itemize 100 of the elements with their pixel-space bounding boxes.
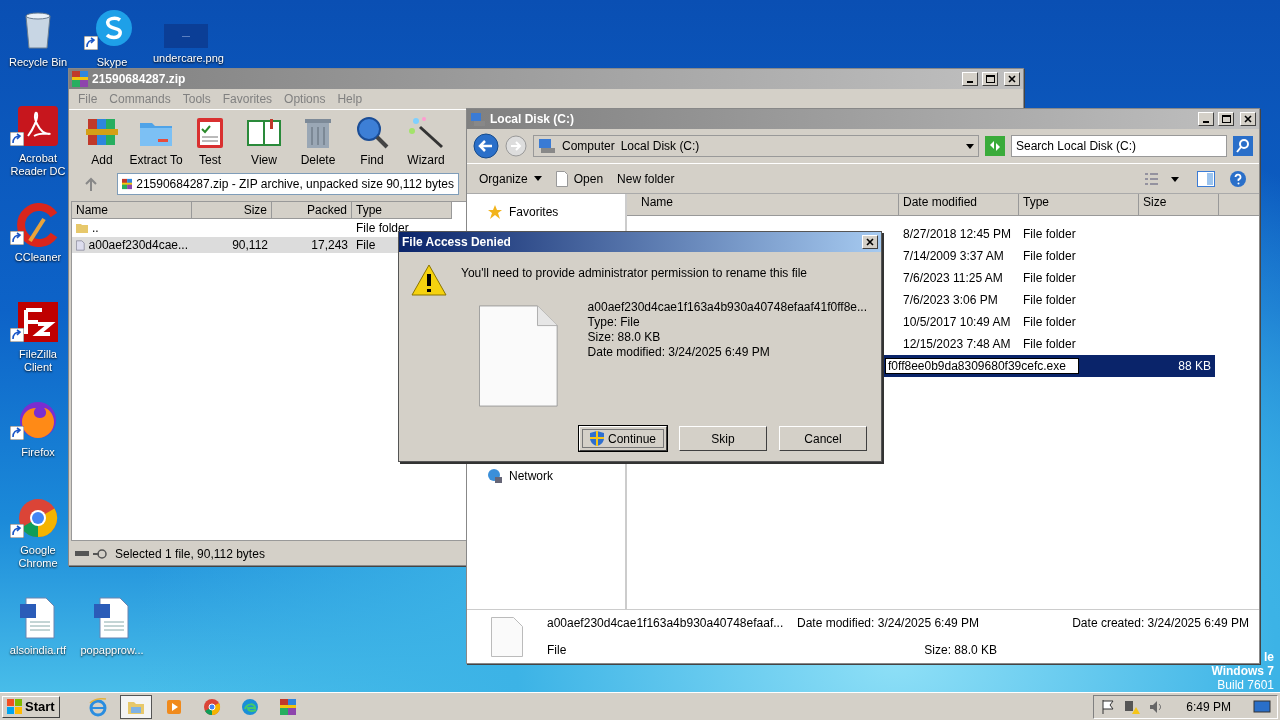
- date-modified-text: Date modified: 3/24/2025 6:49 PM: [797, 616, 981, 631]
- dialog-message: You'll need to provide administrator permission to rename this file: [461, 265, 808, 280]
- toolbar-button[interactable]: Delete: [291, 115, 345, 167]
- chrome-icon: [201, 696, 222, 717]
- toolbar-button[interactable]: Extract To: [129, 115, 183, 167]
- os-watermark-text: Windows 7: [1211, 664, 1274, 678]
- rename-field[interactable]: f0ff8ee0b9da8309680f39cefc.exe: [885, 358, 1079, 374]
- close-button[interactable]: [1240, 112, 1256, 126]
- close-button[interactable]: [862, 235, 878, 249]
- toolbar-button[interactable]: Find: [345, 115, 399, 167]
- table-cell-text: 7/14/2009 3:37 AM: [902, 249, 1005, 263]
- file-type: File: [547, 642, 568, 657]
- back-button-icon[interactable]: [473, 133, 499, 159]
- close-button[interactable]: [1004, 72, 1020, 86]
- window-title: 21590684287.zip: [92, 72, 187, 86]
- table-cell: 90,112: [192, 237, 272, 253]
- column-header[interactable]: Packed: [272, 202, 352, 219]
- date-created-text: Date created: 3/24/2025 6:49 PM: [1071, 616, 1250, 631]
- minimize-button[interactable]: [962, 72, 978, 86]
- column-header[interactable]: Type: [352, 202, 452, 219]
- command-button[interactable]: New folder: [617, 171, 675, 186]
- chrome-icon: [16, 496, 60, 540]
- desktop-icon-label[interactable]: Skype: [96, 56, 128, 69]
- toolbar-button[interactable]: Test: [183, 115, 237, 167]
- breadcrumb-item[interactable]: Computer: [562, 139, 615, 153]
- table-cell[interactable]: ..: [72, 220, 192, 236]
- minimize-button[interactable]: [1198, 112, 1214, 126]
- desktop-icon-label[interactable]: Acrobat Reader DC: [5, 152, 71, 178]
- date-modified-text: Date modified: 3/24/2025 6:49 PM: [587, 345, 771, 360]
- toolbar-button[interactable]: Wizard: [399, 115, 453, 167]
- dropdown-arrow-icon: [533, 176, 542, 181]
- file-icon: [491, 616, 523, 657]
- toolbar-button[interactable]: View: [237, 115, 291, 167]
- os-watermark-text: le: [1264, 650, 1274, 664]
- table-cell-text: File folder: [355, 220, 410, 236]
- file-name: a00aef230d4cae1f163a4b930a40748efaaf...: [547, 616, 785, 631]
- show-desktop-icon[interactable]: [1253, 698, 1271, 715]
- nav-item[interactable]: Network: [487, 468, 625, 484]
- os-watermark-text: Build 7601: [1217, 678, 1274, 692]
- file-size: Size: 88.0 KB: [923, 642, 998, 657]
- close-icon: [1244, 115, 1252, 123]
- dropdown-arrow-icon: [966, 143, 974, 149]
- folder-icon: [76, 222, 88, 234]
- table-cell-text: File folder: [1022, 249, 1077, 263]
- archive-icon: [72, 71, 88, 87]
- file-icon: [479, 302, 558, 410]
- forward-button-icon[interactable]: [505, 135, 527, 157]
- preview-pane-icon[interactable]: [1197, 170, 1215, 187]
- desktop-icon-label[interactable]: Recycle Bin: [8, 56, 68, 69]
- internet-explorer-icon: [87, 696, 108, 717]
- shield-icon: [589, 431, 604, 446]
- address-field[interactable]: 21590684287.zip - ZIP archive, unpacked size 90,112 bytes: [117, 173, 459, 195]
- search-field[interactable]: Search Local Disk (C:): [1011, 135, 1227, 157]
- help-icon[interactable]: [1229, 169, 1247, 188]
- start-button[interactable]: Start: [2, 695, 60, 718]
- desktop-icon-label[interactable]: CCleaner: [14, 251, 62, 264]
- windows-logo-icon: [7, 698, 23, 715]
- dialog-button[interactable]: Skip: [679, 426, 767, 451]
- file-name: a00aef230d4cae1f163a4b930a40748efaaf41f0ff8e...: [587, 300, 867, 315]
- magnifier-icon: [354, 115, 390, 149]
- status-text: Selected 1 file, 90,112 bytes: [115, 547, 265, 561]
- acrobat-icon: [16, 104, 60, 148]
- refresh-icon[interactable]: [985, 136, 1005, 156]
- maximize-icon: [1221, 115, 1231, 123]
- breadcrumb-item[interactable]: Local Disk (C:): [620, 139, 700, 153]
- taskbar-app-button[interactable]: [119, 694, 152, 719]
- column-header[interactable]: Size: [192, 202, 272, 219]
- command-button[interactable]: Open: [555, 170, 604, 187]
- column-header[interactable]: Name: [72, 202, 192, 219]
- computer-icon: [470, 111, 486, 127]
- table-cell-text: 7/6/2023 3:06 PM: [902, 293, 999, 307]
- dialog-button[interactable]: Cancel: [779, 426, 867, 451]
- address-bar[interactable]: Computer Local Disk (C:): [533, 135, 979, 157]
- magic-wand-icon: [408, 115, 444, 149]
- table-cell: 17,243: [272, 237, 352, 253]
- nav-item[interactable]: Favorites: [487, 204, 625, 220]
- archive-icon: [279, 698, 296, 715]
- edge-icon: [239, 696, 260, 717]
- document-icon: [555, 170, 568, 187]
- table-cell-text: 8/27/2018 12:45 PM: [902, 227, 1013, 241]
- dialog-button[interactable]: Continue: [579, 426, 667, 451]
- close-icon: [1008, 75, 1016, 83]
- table-cell-text: 88 KB: [1177, 359, 1212, 373]
- filezilla-icon: [16, 300, 60, 344]
- flag-icon: [1100, 698, 1117, 715]
- table-cell-text: 12/15/2023 7:48 AM: [902, 337, 1012, 351]
- desktop-icon-label[interactable]: Firefox: [21, 446, 55, 459]
- maximize-button[interactable]: [1218, 112, 1234, 126]
- table-cell-text: 7/6/2023 11:25 AM: [902, 271, 1004, 285]
- network-icon: [487, 468, 503, 484]
- table-cell[interactable]: a00aef230d4cae...: [72, 237, 192, 253]
- maximize-button[interactable]: [982, 72, 998, 86]
- table-cell-text: 10/5/2017 10:49 AM: [902, 315, 1012, 329]
- search-icon[interactable]: [1233, 136, 1253, 156]
- table-cell-text: File folder: [1022, 337, 1077, 351]
- desktop-icon-label[interactable]: FileZilla Client: [5, 348, 71, 374]
- command-button[interactable]: Organize: [479, 171, 542, 186]
- ccleaner-icon: [16, 203, 60, 247]
- table-cell-text: File folder: [1022, 227, 1077, 241]
- toolbar-button[interactable]: Add: [75, 115, 129, 167]
